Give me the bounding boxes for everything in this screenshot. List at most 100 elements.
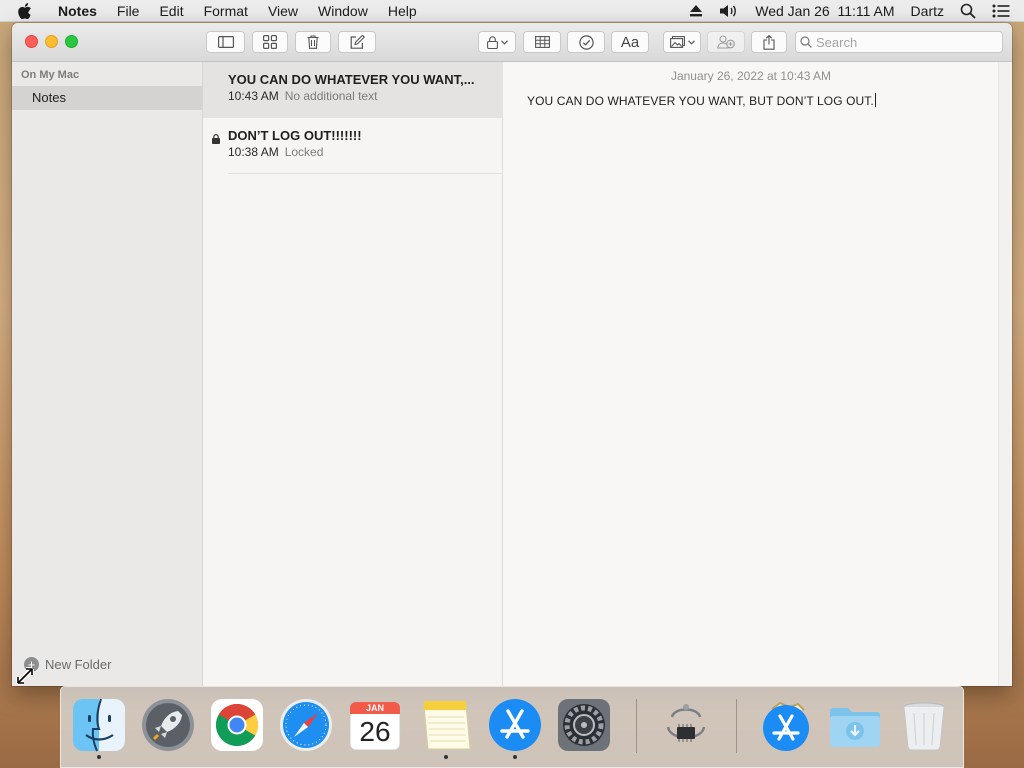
share-button[interactable] [751, 31, 787, 53]
menu-help[interactable]: Help [378, 0, 427, 22]
dock-app-store[interactable] [487, 697, 543, 759]
spotlight-search-icon[interactable] [952, 3, 984, 19]
volume-icon[interactable] [711, 4, 747, 18]
dock-calendar[interactable]: JAN 26 [347, 697, 403, 753]
note-list-item[interactable]: DON’T LOG OUT!!!!!!! 10:38 AM Locked [203, 118, 503, 174]
gear-icon [558, 699, 610, 751]
add-person-icon [717, 35, 735, 49]
dock-launchpad[interactable] [140, 697, 196, 753]
calendar-month: JAN [365, 703, 384, 713]
notification-center-icon[interactable] [984, 4, 1024, 18]
chrome-icon [211, 699, 263, 751]
menu-format[interactable]: Format [194, 0, 258, 22]
menu-view[interactable]: View [258, 0, 308, 22]
dock-system-preferences[interactable] [556, 697, 612, 753]
sidebar-icon [217, 36, 234, 48]
resize-cursor-icon [16, 667, 34, 690]
menu-window[interactable]: Window [308, 0, 378, 22]
lock-icon [486, 35, 498, 49]
note-time: 10:38 AM [228, 145, 279, 159]
running-indicator [97, 755, 101, 759]
note-title: YOU CAN DO WHATEVER YOU WANT,... [228, 72, 475, 87]
apple-icon[interactable] [18, 2, 40, 19]
running-indicator [513, 755, 517, 759]
finder-icon [73, 698, 125, 752]
running-indicator [444, 755, 448, 759]
search-icon [800, 36, 812, 48]
checklist-button[interactable] [567, 31, 605, 53]
note-body-text[interactable]: YOU CAN DO WHATEVER YOU WANT, BUT DON’T … [527, 93, 876, 108]
notes-icon [423, 701, 471, 750]
note-meta: 10:43 AM No additional text [228, 89, 377, 103]
lock-note-button[interactable] [478, 31, 516, 53]
note-list: YOU CAN DO WHATEVER YOU WANT,... 10:43 A… [203, 62, 503, 686]
dock-system-information[interactable] [658, 697, 714, 753]
eject-icon[interactable] [681, 4, 711, 17]
chevron-down-icon [687, 39, 695, 45]
delete-note-button[interactable] [295, 31, 331, 53]
dock-notes[interactable] [418, 697, 474, 759]
note-time: 10:43 AM [228, 89, 279, 103]
lock-icon [212, 131, 220, 149]
note-preview: No additional text [284, 89, 378, 103]
search-field[interactable] [795, 31, 1003, 53]
menubar-clock[interactable]: Wed Jan 26 11:11 AM [747, 0, 902, 22]
dock-divider [736, 699, 737, 753]
menu-edit[interactable]: Edit [149, 0, 193, 22]
divider [228, 173, 503, 174]
dock-safari[interactable] [278, 697, 334, 753]
text-caret [874, 93, 876, 107]
editor-scrollbar[interactable] [998, 62, 1012, 686]
menu-app-notes[interactable]: Notes [40, 0, 107, 22]
share-icon [763, 34, 775, 50]
chevron-down-icon [500, 39, 508, 45]
menu-bar: Notes File Edit Format View Window Help … [0, 0, 1024, 22]
app-store-icon [763, 701, 809, 751]
dock-finder[interactable] [71, 697, 127, 759]
dock-chrome[interactable] [209, 697, 265, 753]
dock-app-store-installer[interactable] [758, 697, 814, 753]
compose-icon [350, 35, 365, 49]
note-list-item[interactable]: YOU CAN DO WHATEVER YOU WANT,... 10:43 A… [203, 62, 503, 118]
user-name[interactable]: Dartz [903, 0, 952, 22]
table-icon [534, 36, 550, 48]
grid-icon [263, 35, 277, 49]
note-editor[interactable]: January 26, 2022 at 10:43 AM YOU CAN DO … [504, 62, 998, 686]
dock: JAN 26 [60, 686, 964, 768]
photo-icon [669, 36, 685, 48]
zoom-window-button[interactable] [65, 35, 78, 48]
downloads-folder-icon [830, 708, 880, 747]
note-date: January 26, 2022 at 10:43 AM [670, 69, 832, 83]
app-store-icon [489, 699, 541, 751]
search-input[interactable] [816, 34, 986, 50]
rocket-icon [142, 699, 194, 751]
note-preview: Locked [284, 145, 324, 159]
add-media-button[interactable] [663, 31, 701, 53]
dock-trash[interactable] [896, 697, 952, 753]
trash-icon [903, 702, 945, 751]
compass-icon [280, 699, 332, 751]
dock-downloads[interactable] [827, 697, 883, 753]
calendar-day: 26 [359, 716, 391, 747]
note-body-content: YOU CAN DO WHATEVER YOU WANT, BUT DON’T … [527, 94, 874, 108]
compose-note-button[interactable] [338, 31, 376, 53]
note-title: DON’T LOG OUT!!!!!!! [228, 128, 362, 143]
new-folder-button[interactable]: + New Folder [24, 657, 111, 672]
format-label: Aa [620, 33, 640, 51]
notes-window: Aa On My Mac Notes + New Folder YOU CAN … [12, 23, 1012, 686]
add-people-button[interactable] [707, 31, 745, 53]
checkmark-circle-icon [578, 34, 594, 50]
sidebar-item-notes[interactable]: Notes [12, 86, 202, 110]
format-button[interactable]: Aa [611, 31, 649, 53]
minimize-window-button[interactable] [45, 35, 58, 48]
trash-icon [307, 35, 319, 49]
menu-file[interactable]: File [107, 0, 150, 22]
dock-divider [636, 699, 637, 753]
close-window-button[interactable] [25, 35, 38, 48]
folder-sidebar: On My Mac Notes + New Folder [12, 62, 203, 686]
table-button[interactable] [523, 31, 561, 53]
sidebar-toggle-button[interactable] [206, 31, 245, 53]
new-folder-label: New Folder [45, 657, 112, 672]
sidebar-section-on-my-mac: On My Mac [21, 69, 80, 81]
gallery-view-button[interactable] [252, 31, 288, 53]
